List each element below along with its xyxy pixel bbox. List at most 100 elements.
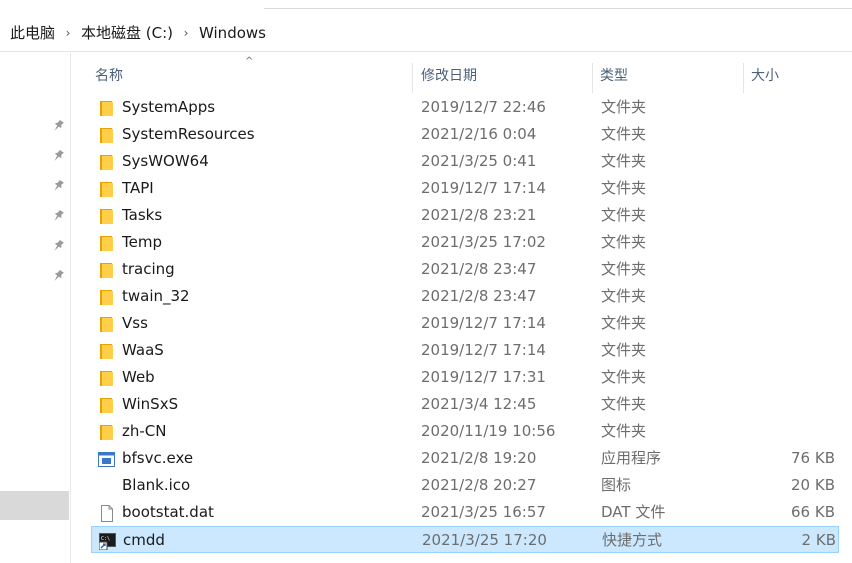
folder-icon — [98, 396, 115, 413]
file-type: 图标 — [601, 476, 632, 494]
file-size — [741, 337, 835, 364]
svg-text:C:\: C:\ — [101, 536, 110, 542]
column-header-date[interactable]: 修改日期 — [416, 63, 592, 91]
column-divider[interactable] — [743, 63, 744, 93]
file-row[interactable]: WinSxS 2021/3/4 12:45 文件夹 — [91, 391, 839, 418]
folder-icon — [98, 261, 115, 278]
file-row-selected[interactable]: C:\ cmdd 2021/3/25 17:20 快捷方式 2 KB — [91, 526, 839, 553]
folder-icon — [98, 99, 115, 116]
file-type: 文件夹 — [601, 260, 647, 278]
file-row[interactable]: Tasks 2021/2/8 23:21 文件夹 — [91, 202, 839, 229]
pin-icon[interactable] — [52, 209, 64, 223]
file-name: zh-CN — [122, 422, 167, 440]
chevron-right-icon[interactable]: › — [181, 26, 191, 40]
file-date: 2019/12/7 17:14 — [421, 341, 546, 359]
breadcrumb-windows[interactable]: Windows — [199, 24, 266, 42]
folder-icon — [98, 153, 115, 170]
breadcrumb-local-disk[interactable]: 本地磁盘 (C:) — [81, 22, 173, 43]
file-name: WaaS — [122, 341, 164, 359]
file-date: 2019/12/7 22:46 — [421, 98, 546, 116]
file-date: 2021/3/25 17:20 — [422, 531, 547, 549]
file-row[interactable]: bfsvc.exe 2021/2/8 19:20 应用程序 76 KB — [91, 445, 839, 472]
folder-icon — [98, 315, 115, 332]
file-list: ^ 名称 修改日期 类型 大小 SystemApps 2019/12/7 22:4… — [72, 53, 852, 563]
breadcrumb-this-pc[interactable]: 此电脑 — [10, 22, 55, 43]
file-row[interactable]: Temp 2021/3/25 17:02 文件夹 — [91, 229, 839, 256]
file-size: 20 KB — [791, 476, 835, 494]
file-type: 文件夹 — [601, 152, 647, 170]
file-date: 2021/3/25 0:41 — [421, 152, 537, 170]
folder-icon — [98, 234, 115, 251]
file-type: 文件夹 — [601, 233, 647, 251]
file-row[interactable]: SysWOW64 2021/3/25 0:41 文件夹 — [91, 148, 839, 175]
file-size: 76 KB — [791, 449, 835, 467]
blank-icon — [98, 477, 115, 494]
folder-icon — [98, 207, 115, 224]
navigation-pane — [0, 53, 71, 563]
pin-icon[interactable] — [52, 179, 64, 193]
file-size — [741, 202, 835, 229]
folder-icon — [98, 288, 115, 305]
nav-item-selected[interactable] — [0, 491, 69, 520]
file-name: bootstat.dat — [122, 503, 214, 521]
pin-icon[interactable] — [52, 149, 64, 163]
pin-icon[interactable] — [52, 269, 64, 283]
file-size — [741, 175, 835, 202]
file-type: 快捷方式 — [602, 531, 663, 549]
folder-icon — [98, 126, 115, 143]
pin-icon[interactable] — [52, 119, 64, 133]
file-type: 文件夹 — [601, 422, 647, 440]
file-row[interactable]: tracing 2021/2/8 23:47 文件夹 — [91, 256, 839, 283]
top-strip — [0, 0, 852, 10]
file-size: 2 KB — [801, 531, 836, 549]
file-date: 2021/2/8 19:20 — [421, 449, 537, 467]
file-date: 2021/3/25 17:02 — [421, 233, 546, 251]
file-row[interactable]: SystemApps 2019/12/7 22:46 文件夹 — [91, 94, 839, 121]
file-type: 文件夹 — [601, 287, 647, 305]
file-date: 2021/2/8 23:47 — [421, 260, 537, 278]
folder-icon — [98, 423, 115, 440]
file-row[interactable]: Web 2019/12/7 17:31 文件夹 — [91, 364, 839, 391]
file-name: SystemResources — [122, 125, 255, 143]
file-type: 文件夹 — [601, 395, 647, 413]
column-header-size[interactable]: 大小 — [746, 63, 836, 91]
file-name: bfsvc.exe — [122, 449, 194, 467]
file-date: 2021/2/8 23:47 — [421, 287, 537, 305]
file-row[interactable]: zh-CN 2020/11/19 10:56 文件夹 — [91, 418, 839, 445]
file-name: Web — [122, 368, 155, 386]
file-type: 文件夹 — [601, 125, 647, 143]
column-divider[interactable] — [412, 63, 413, 93]
exe-icon — [98, 450, 115, 467]
address-bar[interactable]: 此电脑 › 本地磁盘 (C:) › Windows — [0, 14, 852, 52]
file-row[interactable]: bootstat.dat 2021/3/25 16:57 DAT 文件 66 KB — [91, 499, 839, 526]
file-row[interactable]: SystemResources 2021/2/16 0:04 文件夹 — [91, 121, 839, 148]
file-row[interactable]: TAPI 2019/12/7 17:14 文件夹 — [91, 175, 839, 202]
file-size: 66 KB — [791, 503, 835, 521]
chevron-right-icon[interactable]: › — [63, 26, 73, 40]
file-size — [741, 283, 835, 310]
file-name: twain_32 — [122, 287, 190, 305]
column-header-name[interactable]: 名称 — [90, 63, 412, 91]
file-type: 文件夹 — [601, 341, 647, 359]
file-size — [741, 310, 835, 337]
file-size — [741, 364, 835, 391]
file-name: TAPI — [122, 179, 154, 197]
file-type: 文件夹 — [601, 368, 647, 386]
file-row[interactable]: Blank.ico 2021/2/8 20:27 图标 20 KB — [91, 472, 839, 499]
column-header-row: 名称 修改日期 类型 大小 — [72, 63, 852, 93]
file-date: 2021/3/25 16:57 — [421, 503, 546, 521]
folder-icon — [98, 369, 115, 386]
file-row[interactable]: WaaS 2019/12/7 17:14 文件夹 — [91, 337, 839, 364]
file-row[interactable]: Vss 2019/12/7 17:14 文件夹 — [91, 310, 839, 337]
pin-icon[interactable] — [52, 239, 64, 253]
file-type: 文件夹 — [601, 314, 647, 332]
file-row[interactable]: twain_32 2021/2/8 23:47 文件夹 — [91, 283, 839, 310]
file-type: 应用程序 — [601, 449, 662, 467]
column-header-type[interactable]: 类型 — [595, 63, 743, 91]
folder-icon — [98, 180, 115, 197]
file-size — [741, 256, 835, 283]
file-name: tracing — [122, 260, 175, 278]
column-divider[interactable] — [592, 63, 593, 93]
shortcut-icon: C:\ — [98, 532, 116, 551]
file-name: Tasks — [122, 206, 163, 224]
